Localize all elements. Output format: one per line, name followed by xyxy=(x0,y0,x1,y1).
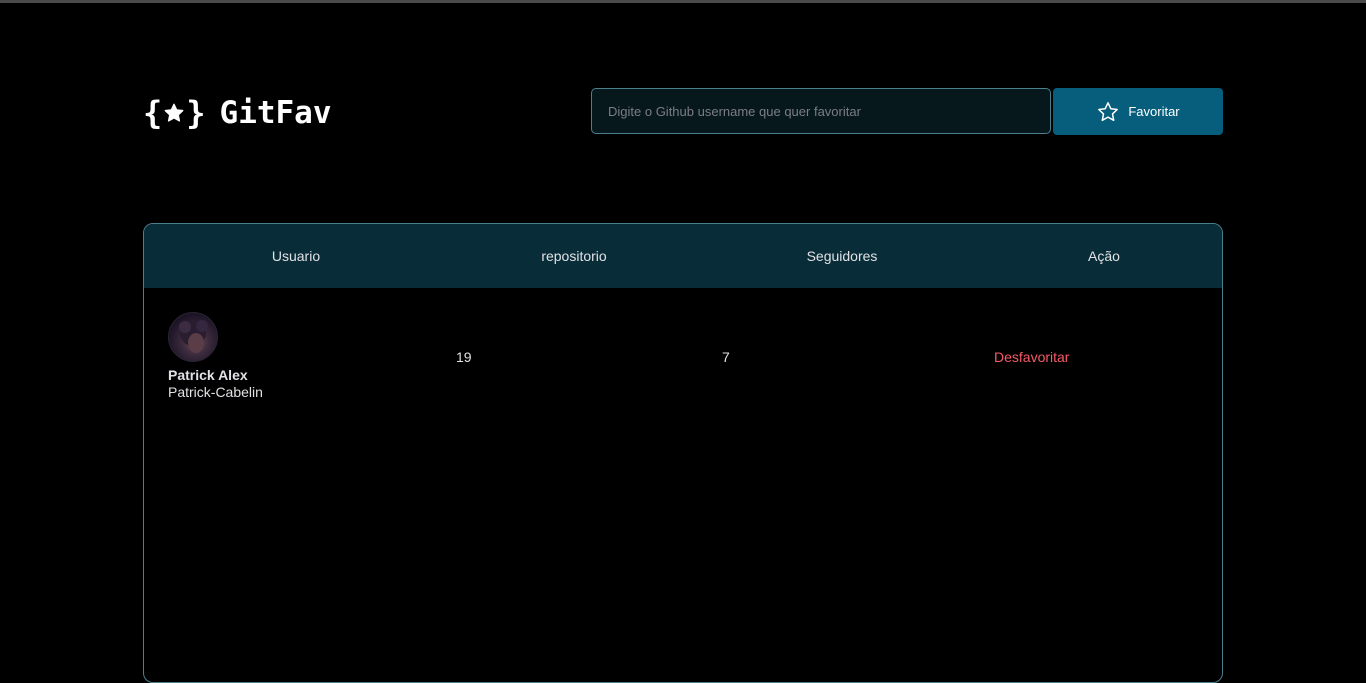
header-seguidores: Seguidores xyxy=(806,248,878,264)
star-outline-icon xyxy=(1098,101,1119,121)
user-login: Patrick-Cabelin xyxy=(168,384,263,400)
favorites-table: Usuario repositorio Seguidores Ação Patr… xyxy=(143,223,1223,683)
followers-count: 7 xyxy=(722,349,730,365)
avatar xyxy=(168,312,218,362)
logo: { } GitFav xyxy=(143,93,332,133)
repositories-count: 19 xyxy=(456,349,472,365)
header-acao: Ação xyxy=(1088,248,1120,264)
page-header: { } GitFav Favoritar xyxy=(143,88,1223,136)
table-row: Patrick Alex Patrick-Cabelin 19 7 Desfav… xyxy=(144,288,1222,424)
logo-icon: { } xyxy=(143,94,206,132)
app-title: GitFav xyxy=(219,95,332,131)
header-repositorio: repositorio xyxy=(541,248,607,264)
avatar-image xyxy=(179,320,208,353)
favorite-button-label: Favoritar xyxy=(1128,104,1180,119)
app-root: { } GitFav Favoritar Usuario repositorio… xyxy=(0,0,1366,683)
unfavorite-button[interactable]: Desfavoritar xyxy=(994,349,1069,365)
user-name: Patrick Alex xyxy=(168,367,248,383)
header-usuario: Usuario xyxy=(271,248,321,264)
star-filled-icon xyxy=(164,103,184,122)
favorite-button[interactable]: Favoritar xyxy=(1053,88,1223,135)
github-username-input[interactable] xyxy=(591,88,1051,134)
table-header: Usuario repositorio Seguidores Ação xyxy=(144,224,1222,288)
